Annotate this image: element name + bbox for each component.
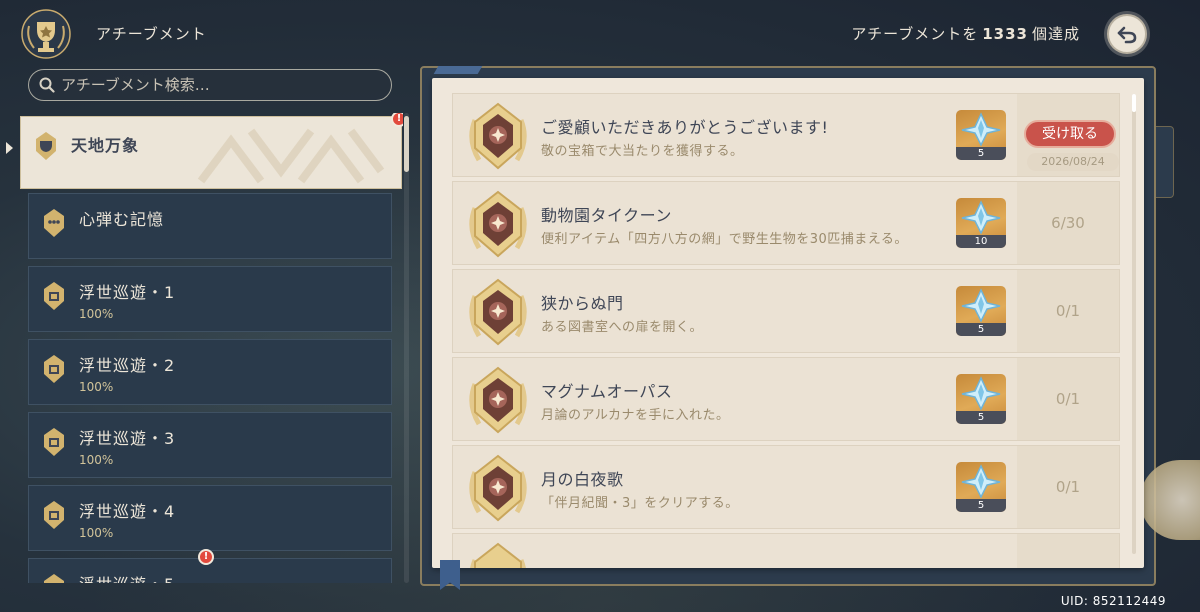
decorative-pattern <box>197 128 385 184</box>
sidebar-scrollbar[interactable] <box>404 113 409 583</box>
category-item-ukiyo-3[interactable]: 浮世巡遊・3 100% <box>28 412 392 478</box>
category-percent: 100% <box>79 307 114 321</box>
category-name: 浮世巡遊・3 <box>79 429 176 448</box>
count-prefix: アチーブメントを <box>851 25 979 43</box>
reward-count: 5 <box>956 147 1006 160</box>
primogem-reward: 5 <box>956 374 1006 424</box>
category-name: 浮世巡遊・5 <box>79 571 175 583</box>
category-item-ukiyo-4[interactable]: 浮世巡遊・4 100% <box>28 485 392 551</box>
status-column <box>1017 534 1119 568</box>
list-scrollbar[interactable] <box>1132 94 1136 554</box>
reward-count: 10 <box>956 235 1006 248</box>
category-name: 浮世巡遊・1 <box>79 283 176 302</box>
trophy-emblem-icon <box>21 9 71 59</box>
achievement-title: マグナムオーパス <box>541 382 673 401</box>
category-percent: 100% <box>79 526 114 540</box>
achievement-progress: 6/30 <box>1051 214 1085 232</box>
gold-medal-icon <box>44 282 64 310</box>
claim-button[interactable]: 受け取る <box>1024 120 1116 148</box>
count-suffix: 個達成 <box>1031 25 1080 43</box>
category-name: 心弾む記憶 <box>79 210 165 229</box>
achievement-row[interactable]: ご愛顧いただきありがとうございます! 敬の宝箱で大当たりを獲得する。 5 受け取… <box>452 93 1120 177</box>
primogem-icon <box>961 464 1001 499</box>
gold-medal-icon <box>44 574 64 583</box>
gold-medal-icon <box>44 501 64 529</box>
reward-count: 5 <box>956 323 1006 336</box>
primogem-icon <box>961 376 1001 411</box>
sidebar-scrollbar-thumb[interactable] <box>404 116 409 172</box>
category-item-tenchi-banshou[interactable]: 天地万象 <box>20 116 402 189</box>
search-input[interactable] <box>61 76 381 94</box>
gold-medal-icon <box>44 355 64 383</box>
primogem-icon <box>961 112 1001 147</box>
primogem-icon <box>961 200 1001 235</box>
selection-indicator <box>6 142 13 154</box>
category-percent: 100% <box>79 380 114 394</box>
achievement-row[interactable] <box>452 533 1120 568</box>
achievement-title: 月の白夜歌 <box>541 470 624 489</box>
gold-medal-icon <box>44 209 64 237</box>
achievement-page: ご愛顧いただきありがとうございます! 敬の宝箱で大当たりを獲得する。 5 受け取… <box>432 78 1144 568</box>
achievement-row[interactable]: マグナムオーパス 月論のアルカナを手に入れた。 5 0/1 <box>452 357 1120 441</box>
achievement-medal-icon <box>469 102 527 170</box>
achievement-description: ある図書室への扉を開く。 <box>541 320 704 335</box>
category-name: 天地万象 <box>71 136 140 155</box>
list-scrollbar-thumb[interactable] <box>1132 94 1136 112</box>
achievement-medal-icon <box>469 366 527 434</box>
page-title: アチーブメント <box>96 25 207 43</box>
book-side-tab <box>1156 126 1174 198</box>
search-box[interactable] <box>28 69 392 101</box>
category-item-ukiyo-1[interactable]: 浮世巡遊・1 100% <box>28 266 392 332</box>
category-item-kokoro[interactable]: 心弾む記憶 <box>28 193 392 259</box>
achievement-count: アチーブメントを 1333 個達成 <box>851 23 1080 44</box>
book-ribbon <box>433 66 483 74</box>
achievement-progress: 0/1 <box>1055 390 1081 408</box>
category-item-ukiyo-2[interactable]: 浮世巡遊・2 100% <box>28 339 392 405</box>
completion-date: 2026/08/24 <box>1027 153 1119 171</box>
gold-medal-icon <box>44 428 64 456</box>
achievement-row[interactable]: 動物園タイクーン 便利アイテム「四方八方の網」で野生生物を30匹捕まえる。 10… <box>452 181 1120 265</box>
achievement-description: 便利アイテム「四方八方の網」で野生生物を30匹捕まえる。 <box>541 232 908 247</box>
category-percent: 100% <box>79 453 114 467</box>
gold-medal-icon <box>36 132 56 160</box>
achievement-title: 動物園タイクーン <box>541 206 672 225</box>
achievement-medal-icon <box>470 542 526 568</box>
category-sidebar: 天地万象 ! 心弾む記憶 浮世巡遊・1 100% 浮世巡遊・2 100% 浮世巡… <box>18 113 403 583</box>
achievement-title: 狭からぬ門 <box>541 294 624 313</box>
achievement-medal-icon <box>469 278 527 346</box>
primogem-reward: 5 <box>956 286 1006 336</box>
reward-count: 5 <box>956 411 1006 424</box>
category-name: 浮世巡遊・2 <box>79 356 176 375</box>
achievement-description: 敬の宝箱で大当たりを獲得する。 <box>541 144 744 159</box>
primogem-reward: 5 <box>956 110 1006 160</box>
achievement-progress: 0/1 <box>1055 478 1081 496</box>
search-icon <box>39 77 55 93</box>
back-button[interactable] <box>1107 14 1147 54</box>
primogem-reward: 5 <box>956 462 1006 512</box>
reward-count: 5 <box>956 499 1006 512</box>
notification-badge: ! <box>391 113 403 127</box>
achievement-description: 「伴月紀聞・3」をクリアする。 <box>541 496 739 511</box>
return-arrow-icon <box>1117 26 1137 44</box>
primogem-icon <box>961 288 1001 323</box>
achievement-medal-icon <box>469 454 527 522</box>
player-uid: UID: 852112449 <box>1060 594 1166 608</box>
achievement-title: ご愛顧いただきありがとうございます! <box>541 118 829 137</box>
achievement-row[interactable]: 狭からぬ門 ある図書室への扉を開く。 5 0/1 <box>452 269 1120 353</box>
notification-badge: ! <box>198 549 214 565</box>
achievement-progress: 0/1 <box>1055 302 1081 320</box>
achievement-medal-icon <box>469 190 527 258</box>
primogem-reward: 10 <box>956 198 1006 248</box>
achievement-description: 月論のアルカナを手に入れた。 <box>541 408 730 423</box>
category-name: 浮世巡遊・4 <box>79 502 176 521</box>
count-value: 1333 <box>982 25 1028 43</box>
achievement-row[interactable]: 月の白夜歌 「伴月紀聞・3」をクリアする。 5 0/1 <box>452 445 1120 529</box>
